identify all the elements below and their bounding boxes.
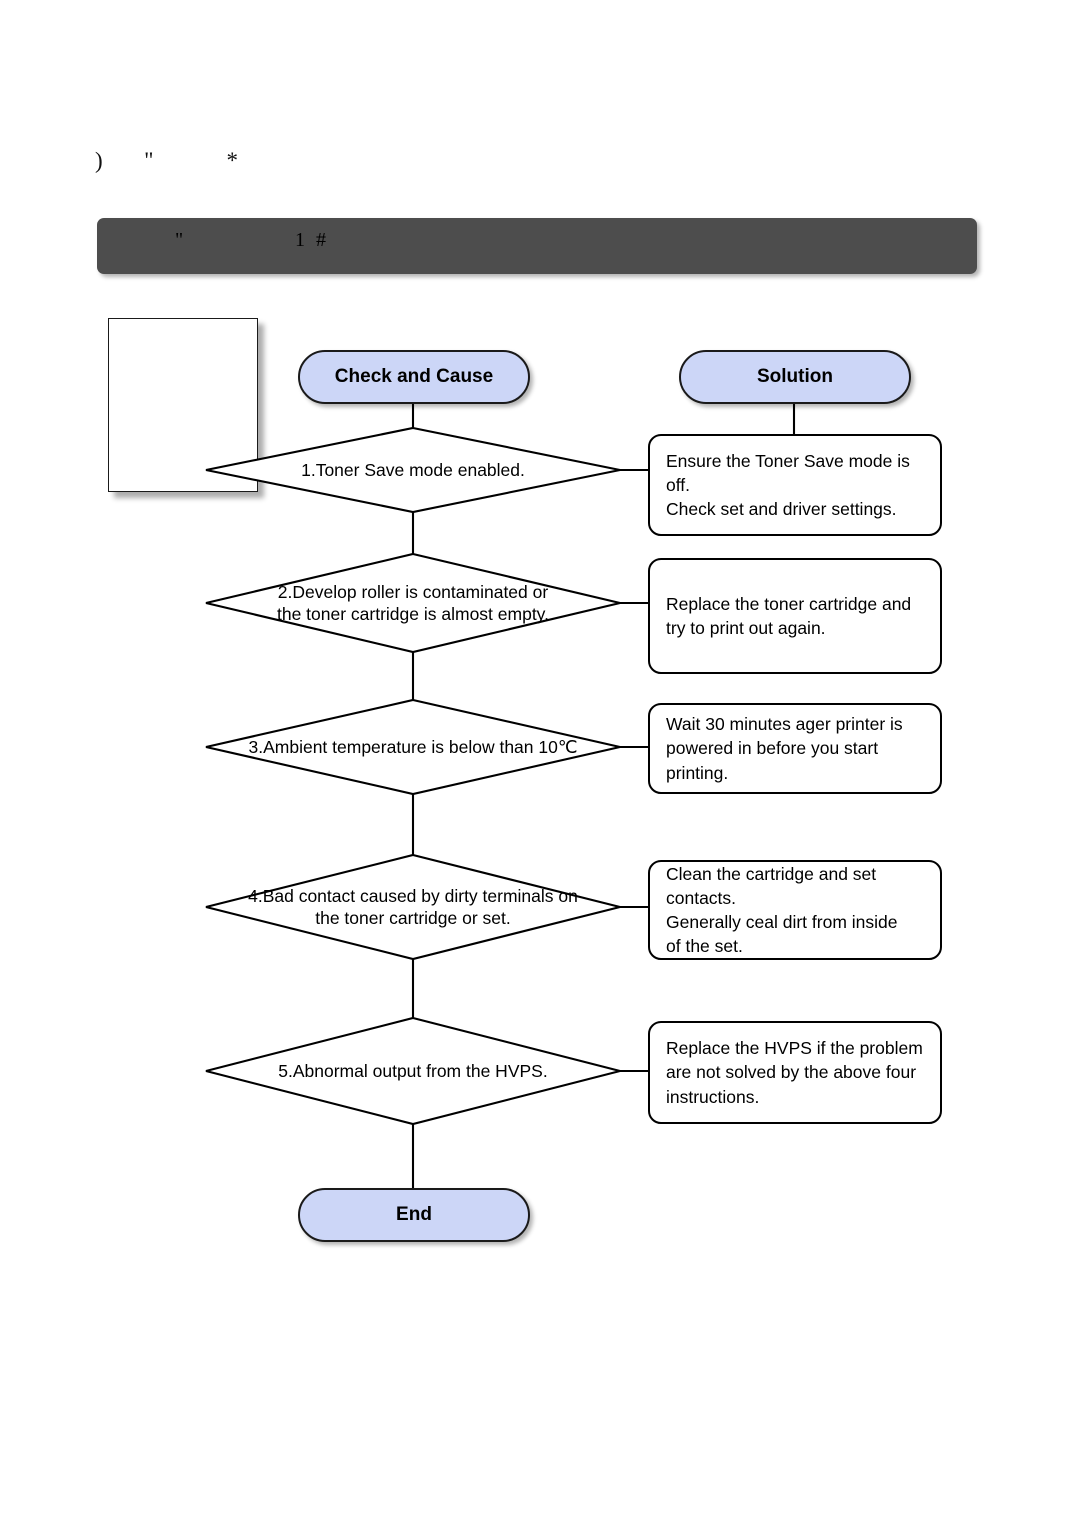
decision-node-1-label: 1.Toner Save mode enabled.	[301, 459, 525, 480]
section-title-bar: " 1 #	[97, 218, 977, 274]
decision-node-5-label: 5.Abnormal output from the HVPS.	[278, 1060, 548, 1081]
flowchart-page: ) " * " 1 # Check and Cause Solution End…	[0, 0, 1080, 1528]
decision-node-2-label: 2.Develop roller is contaminated or the …	[276, 581, 549, 624]
start-node-solution[interactable]: Solution	[679, 350, 911, 404]
page-header-glyphs: ) " *	[95, 148, 249, 173]
decision-node-4-label: 4.Bad contact caused by dirty terminals …	[248, 885, 578, 928]
section-title-text-left: "	[175, 229, 184, 251]
solution-box-2: Replace the toner cartridge and try to p…	[648, 558, 942, 674]
section-title-text-right: 1 #	[295, 229, 329, 251]
solution-box-4: Clean the cartridge and set contacts. Ge…	[648, 860, 942, 960]
solution-box-1: Ensure the Toner Save mode is off. Check…	[648, 434, 942, 536]
start-node-check-and-cause[interactable]: Check and Cause	[298, 350, 530, 404]
decision-node-3-label: 3.Ambient temperature is below than 10℃	[248, 736, 578, 757]
solution-box-3: Wait 30 minutes ager printer is powered …	[648, 703, 942, 794]
solution-box-5: Replace the HVPS if the problem are not …	[648, 1021, 942, 1124]
end-node[interactable]: End	[298, 1188, 530, 1242]
